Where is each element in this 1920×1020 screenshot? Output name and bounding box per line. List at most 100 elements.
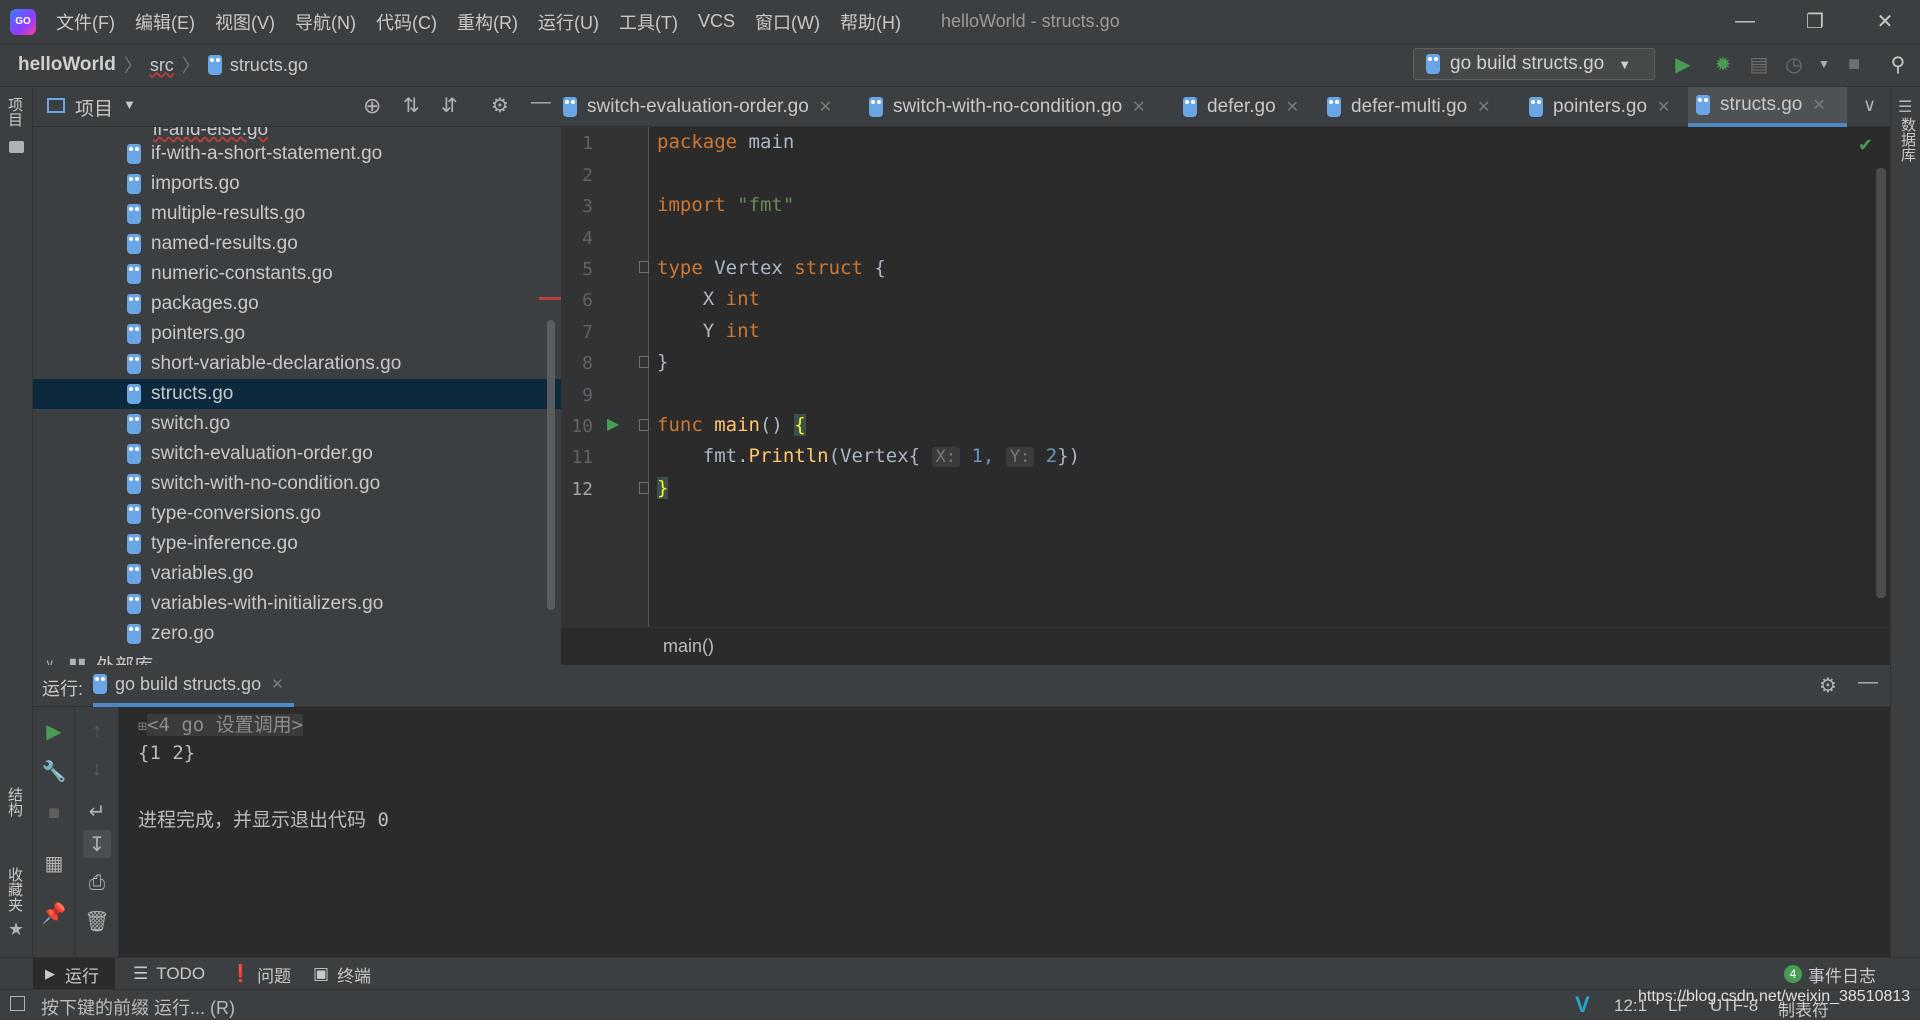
tree-item[interactable]: packages.go [33,289,561,319]
menu-run[interactable]: 运行(U) [538,9,599,35]
menu-edit[interactable]: 编辑(E) [135,9,195,35]
pin-icon[interactable]: 📌 [40,899,68,927]
restore-icon[interactable]: ❐ [1780,0,1850,43]
run-tab[interactable]: go build structs.go ✕ [93,665,294,707]
locate-file-icon[interactable]: ⊕ [363,93,381,119]
code-editor[interactable]: package main import "fmt" type Vertex st… [649,127,1890,627]
editor-scrollbar[interactable] [1876,168,1886,598]
menu-window[interactable]: 窗口(W) [755,9,820,35]
tab-list-chevron-icon[interactable]: ∨ [1863,95,1876,116]
tree-item[interactable]: imports.go [33,169,561,199]
tab-structs[interactable]: structs.go ✕ [1688,87,1847,127]
breadcrumb-src[interactable]: src [150,55,174,76]
arrow-up-icon[interactable]: ↑ [83,717,111,745]
inspection-ok-icon[interactable]: ✔ [1858,135,1873,156]
collapse-all-icon[interactable]: ⇵ [441,93,458,118]
menu-file[interactable]: 文件(F) [56,9,115,35]
stripe-tab-database[interactable]: 数据库 [1897,117,1918,162]
run-icon[interactable]: ▶ [1671,52,1695,76]
menu-view[interactable]: 视图(V) [215,9,275,35]
bottom-tab-run[interactable]: ▶ 运行 [33,958,115,990]
tab-switch-evaluation-order[interactable]: switch-evaluation-order.go ✕ [555,87,832,127]
close-window-icon[interactable]: ✕ [1850,0,1920,43]
tree-item-selected[interactable]: structs.go [33,379,561,409]
breadcrumb-project[interactable]: helloWorld [18,54,116,76]
wrench-icon[interactable]: 🔧 [40,757,68,785]
arrow-down-icon[interactable]: ↓ [83,755,111,783]
bottom-tab-problems[interactable]: ❗ 问题 [230,958,291,990]
tree-item-external-libs[interactable]: ∨ ▮▮ 外部库 [33,649,561,666]
stripe-tab-favorites[interactable]: 收藏夹 [4,867,25,912]
print-icon[interactable]: ⎙ [83,869,111,897]
search-everywhere-icon[interactable]: ⚲ [1886,52,1910,76]
tree-item[interactable]: switch-with-no-condition.go [33,469,561,499]
close-tab-icon[interactable]: ✕ [1132,97,1145,117]
toggle-tool-windows-icon[interactable] [10,996,25,1011]
tab-defer[interactable]: defer.go ✕ [1175,87,1299,127]
code-with-me-icon[interactable]: V [1575,992,1590,1018]
fold-icon[interactable] [639,482,649,494]
menu-help[interactable]: 帮助(H) [840,9,901,35]
menu-vcs[interactable]: VCS [698,11,735,32]
hide-panel-icon[interactable]: — [531,91,551,114]
bottom-tab-event-log[interactable]: 4 事件日志 [1784,958,1876,990]
stop-icon[interactable]: ■ [40,799,68,827]
scroll-to-end-icon[interactable]: ↧ [83,830,111,858]
run-gutter-icon[interactable]: ▶ [607,414,619,434]
tree-item[interactable]: type-inference.go [33,529,561,559]
close-tab-icon[interactable]: ✕ [271,675,284,693]
close-tab-icon[interactable]: ✕ [1657,97,1670,117]
tree-item[interactable]: variables.go [33,559,561,589]
tree-item[interactable]: if-with-a-short-statement.go [33,139,561,169]
chevron-down-icon[interactable]: ▼ [123,97,136,112]
trash-icon[interactable]: 🗑 [83,907,111,935]
menu-navigate[interactable]: 导航(N) [295,9,356,35]
debug-icon[interactable]: ✹ [1711,52,1735,76]
stop-icon[interactable]: ■ [1842,52,1866,76]
rerun-icon[interactable]: ▶ [40,717,68,745]
run-config-dropdown[interactable]: go build structs.go ▼ [1413,48,1655,80]
bottom-tab-terminal[interactable]: ▣ 终端 [313,958,371,990]
gear-icon[interactable]: ⚙ [491,93,509,118]
close-tab-icon[interactable]: ✕ [1812,95,1825,115]
breadcrumb-function[interactable]: main() [663,636,714,657]
more-run-chevron-icon[interactable]: ▼ [1812,52,1836,76]
tree-item[interactable]: pointers.go [33,319,561,349]
tree-item[interactable]: short-variable-declarations.go [33,349,561,379]
tab-switch-with-no-condition[interactable]: switch-with-no-condition.go ✕ [861,87,1146,127]
goland-logo-icon[interactable]: GO [10,8,36,35]
project-scrollbar[interactable] [547,320,555,610]
fold-icon[interactable] [639,356,649,368]
profile-icon[interactable]: ◷ [1782,52,1806,76]
bottom-tab-todo[interactable]: ☰ TODO [133,958,205,990]
soft-wrap-icon[interactable]: ↵ [83,797,111,825]
minimize-icon[interactable]: — [1710,0,1780,43]
tree-item[interactable]: named-results.go [33,229,561,259]
tree-item[interactable]: variables-with-initializers.go [33,589,561,619]
coverage-icon[interactable]: ▤ [1747,52,1771,76]
gear-icon[interactable]: ⚙ [1819,673,1837,698]
breadcrumb-file[interactable]: structs.go [230,55,308,76]
expand-fold-icon[interactable]: ⊞ [138,717,147,735]
fold-icon[interactable] [639,419,649,431]
hide-panel-icon[interactable]: — [1858,671,1878,694]
menu-refactor[interactable]: 重构(R) [457,9,518,35]
expand-all-icon[interactable]: ⇅ [403,93,420,118]
tree-item[interactable]: type-conversions.go [33,499,561,529]
close-tab-icon[interactable]: ✕ [1286,97,1299,117]
fold-icon[interactable] [639,261,649,273]
close-tab-icon[interactable]: ✕ [1477,97,1490,117]
console-folded-line[interactable]: ⊞<4 go 设置调用> [138,710,304,737]
tab-pointers[interactable]: pointers.go ✕ [1521,87,1670,127]
layout-icon[interactable]: ▦ [40,849,68,877]
tree-item[interactable]: switch-evaluation-order.go [33,439,561,469]
tree-item[interactable]: zero.go [33,619,561,649]
tree-item[interactable]: numeric-constants.go [33,259,561,289]
tree-item[interactable]: switch.go [33,409,561,439]
stripe-tab-project[interactable]: 项目 [4,97,25,127]
stripe-tab-structure[interactable]: 结构 [4,787,25,817]
close-tab-icon[interactable]: ✕ [819,97,832,117]
menu-code[interactable]: 代码(C) [376,9,437,35]
tree-item[interactable]: multiple-results.go [33,199,561,229]
menu-tools[interactable]: 工具(T) [619,9,678,35]
